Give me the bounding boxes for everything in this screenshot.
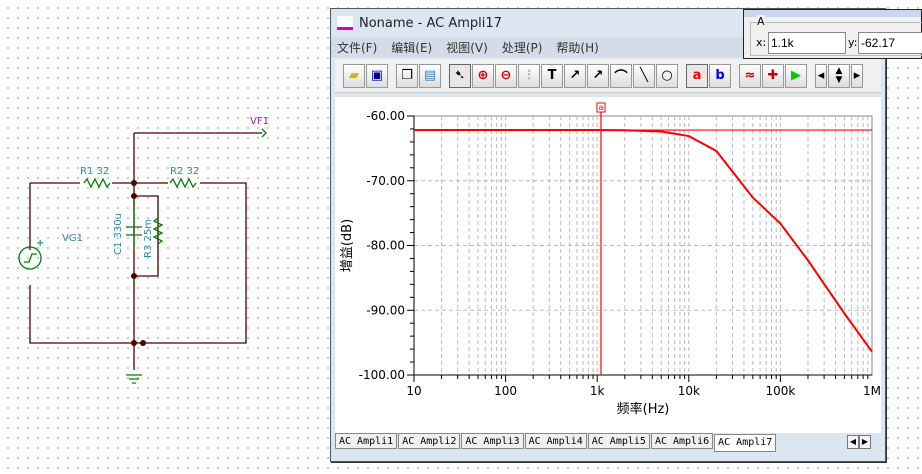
open-folder-icon[interactable]: ▰ xyxy=(343,63,365,88)
x-tick-label: 100 xyxy=(494,384,517,398)
r1-label: R1 32 xyxy=(80,166,109,177)
annotate-3-icon[interactable]: ⌒ xyxy=(610,63,632,88)
arrow-right-icon[interactable]: ▸ xyxy=(851,63,863,88)
tab-scroll-right-icon[interactable]: ▶ xyxy=(859,435,871,449)
copy-icon[interactable]: ❐ xyxy=(396,63,418,88)
tab-ac-ampli3[interactable]: AC Ampli3 xyxy=(461,433,524,449)
x-axis-label: 频率(Hz) xyxy=(617,401,670,417)
cursor-b-icon[interactable]: b xyxy=(709,63,731,88)
add-trace-icon[interactable]: ≈ xyxy=(739,63,761,88)
grid-icon[interactable]: ⋮ xyxy=(518,63,540,88)
text-icon[interactable]: T xyxy=(541,63,563,88)
save-icon[interactable]: ▣ xyxy=(366,63,388,88)
x-value-field[interactable] xyxy=(768,32,846,54)
schematic: R1 32 R2 32 VG1 C1 330u R3 25m VF1 + xyxy=(18,116,269,384)
tab-scroll-left-icon[interactable]: ◀ xyxy=(847,435,859,449)
y-tick-label: -90.00 xyxy=(366,303,405,317)
tab-ac-ampli1[interactable]: AC Ampli1 xyxy=(335,433,398,449)
y-tick-label: -80.00 xyxy=(366,239,405,253)
cursor-group-label: A xyxy=(757,15,765,28)
cursor-a-label: a xyxy=(599,103,604,112)
x-tick-label: 1M xyxy=(863,384,881,398)
tab-scroll: ◀ ▶ xyxy=(847,435,871,449)
x-tick-label: 100k xyxy=(765,384,795,398)
r2-resistor xyxy=(169,177,197,189)
c1-label: C1 330u xyxy=(113,213,124,255)
y-axis-label: 增益(dB) xyxy=(340,219,355,272)
line-icon[interactable]: ╲ xyxy=(633,63,655,88)
paste-icon[interactable]: ▤ xyxy=(419,63,441,88)
tab-bar: AC Ampli1 AC Ampli2 AC Ampli3 AC Ampli4 AC A… xyxy=(335,433,777,452)
vf1-label: VF1 xyxy=(250,116,269,127)
menu-edit[interactable]: 编辑(E) xyxy=(391,39,432,56)
x-label: x: xyxy=(756,36,767,49)
annotate-1-icon[interactable]: ↗ xyxy=(564,63,586,88)
y-tick-label: -70.00 xyxy=(366,174,405,188)
tab-ac-ampli2[interactable]: AC Ampli2 xyxy=(398,433,461,449)
circle-icon[interactable]: ○ xyxy=(656,63,678,88)
r1-resistor xyxy=(83,177,111,189)
r2-label: R2 32 xyxy=(170,166,199,177)
vf1-probe xyxy=(261,128,267,138)
vg1-label: VG1 xyxy=(62,233,83,244)
menu-file[interactable]: 文件(F) xyxy=(337,39,377,56)
probe-icon[interactable]: ✚ xyxy=(762,63,784,88)
arrow-left-icon[interactable]: ◂ xyxy=(815,63,827,88)
cursor-readout-panel: A x: y: xyxy=(743,9,922,59)
app-icon xyxy=(337,16,353,30)
menu-view[interactable]: 视图(V) xyxy=(446,39,488,56)
menu-process[interactable]: 处理(P) xyxy=(502,39,543,56)
tab-ac-ampli7[interactable]: AC Ampli7 xyxy=(714,434,777,452)
ground-icon xyxy=(126,374,142,384)
zoom-in-icon[interactable]: ⊕ xyxy=(472,63,494,88)
tab-ac-ampli5[interactable]: AC Ampli5 xyxy=(587,433,650,449)
arrow-up-down-icon[interactable]: ▲ ▼ xyxy=(828,63,850,88)
annotate-2-icon[interactable]: ↗ xyxy=(587,63,609,88)
svg-text:+: + xyxy=(36,238,44,249)
y-tick-label: -60.00 xyxy=(366,109,405,123)
window-title: Noname - AC Ampli17 xyxy=(359,15,502,31)
x-tick-label: 10k xyxy=(678,384,700,398)
y-value-field[interactable] xyxy=(858,32,922,54)
toolbar: ▰ ▣ ❐ ▤ ➷ ⊕ ⊖ ⋮ T ↗ ↗ ⌒ ╲ ○ a b ≈ ✚ ▶ ◂ … xyxy=(335,59,881,93)
x-tick-label: 10 xyxy=(406,384,421,398)
zoom-100-icon[interactable]: ⊖ xyxy=(495,63,517,88)
y-label: y: xyxy=(848,36,858,49)
y-tick-label: -100.00 xyxy=(359,368,405,382)
x-tick-label: 1k xyxy=(590,384,605,398)
r3-label: R3 25m xyxy=(143,219,154,258)
run-icon[interactable]: ▶ xyxy=(785,63,807,88)
ac-analysis-window: Noname - AC Ampli17 文件(F) 编辑(E) 视图(V) 处理… xyxy=(330,8,886,462)
tab-ac-ampli4[interactable]: AC Ampli4 xyxy=(524,433,587,449)
cursor-a-icon[interactable]: a xyxy=(686,63,708,88)
gain-chart[interactable]: 10 100 1k 10k 100k 1M -60.00 -70.00 -80.00 -90.00… xyxy=(335,97,881,433)
tab-ac-ampli6[interactable]: AC Ampli6 xyxy=(650,433,714,449)
plot-area xyxy=(413,115,873,376)
menu-help[interactable]: 帮助(H) xyxy=(556,39,598,56)
pointer-icon[interactable]: ➷ xyxy=(449,63,471,88)
